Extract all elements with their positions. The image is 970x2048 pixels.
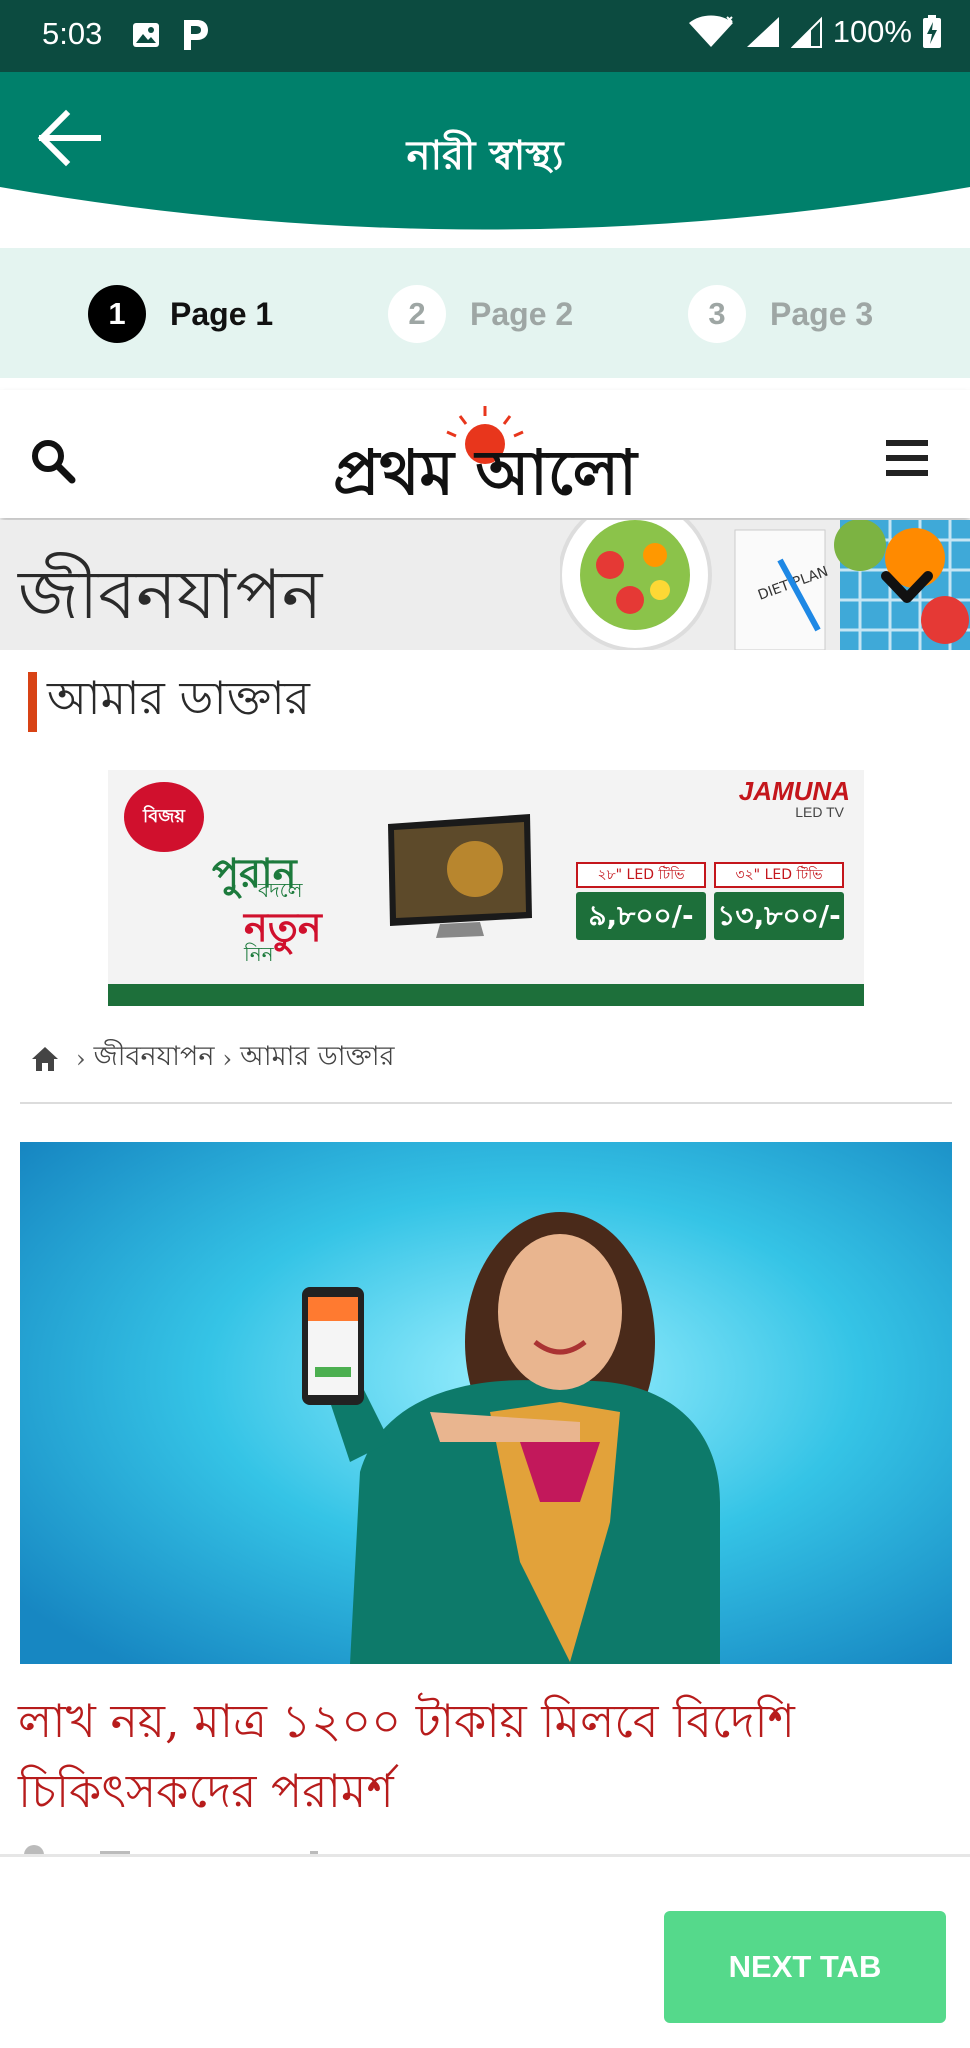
- article-headline[interactable]: লাখ নয়, মাত্র ১২০০ টাকায় মিলবে বিদেশি …: [18, 1686, 938, 1826]
- step-page-1[interactable]: 1 Page 1: [88, 285, 273, 343]
- battery-percent: 100%: [832, 14, 912, 49]
- ad-offer: ২৮" LED টিভি ৯,৮০০/-: [576, 862, 706, 946]
- breadcrumb: › জীবনযাপন › আমার ডাক্তার: [30, 1036, 394, 1081]
- ad-offer-label: ২৮" LED টিভি: [576, 862, 706, 888]
- ad-offer-price: ১৩,৮০০/-: [714, 892, 844, 940]
- signal-icon: [746, 17, 779, 47]
- breadcrumb-item[interactable]: আমার ডাক্তার: [240, 1036, 394, 1081]
- ad-brand: JAMUNA: [738, 776, 850, 806]
- ad-brand-sub: LED TV: [795, 804, 844, 820]
- step-number: 1: [88, 285, 146, 343]
- app-bar: নারী স্বাস্থ্য: [0, 72, 970, 248]
- site-logo[interactable]: প্রথম আলো: [290, 398, 680, 514]
- svg-text:প্রথম আলো: প্রথম আলো: [333, 436, 639, 509]
- advertisement-banner[interactable]: বিজয় JAMUNA LED TV পুরান বদলে নতুন নিন …: [108, 770, 864, 1006]
- divider: [20, 1102, 952, 1104]
- subsection-heading: আমার ডাক্তার: [28, 671, 310, 732]
- ad-offer-price: ৯,৮০০/-: [576, 892, 706, 940]
- step-page-3[interactable]: 3 Page 3: [688, 285, 873, 343]
- article-image[interactable]: [20, 1142, 952, 1664]
- status-right: 100%: [687, 14, 942, 50]
- wifi-icon: [688, 15, 733, 47]
- signal-icon-2: [790, 16, 822, 48]
- breadcrumb-separator: ›: [222, 1044, 233, 1073]
- ad-stripe: [108, 984, 864, 1006]
- image-icon: [133, 23, 159, 47]
- chevron-down-icon[interactable]: [880, 568, 934, 608]
- breadcrumb-separator: ›: [76, 1044, 86, 1073]
- ad-text: নিন: [244, 942, 274, 966]
- breadcrumb-item[interactable]: জীবনযাপন: [94, 1036, 215, 1081]
- ad-offer: ৩২" LED টিভি ১৩,৮০০/-: [714, 862, 844, 946]
- next-tab-button[interactable]: NEXT TAB: [664, 1911, 946, 2023]
- page-stepper: 1 Page 1 2 Page 2 3 Page 3: [0, 248, 970, 378]
- ad-badge: বিজয়: [124, 782, 204, 852]
- subsection-title: আমার ডাক্তার: [47, 671, 310, 725]
- step-label: Page 1: [170, 295, 274, 332]
- search-icon[interactable]: [28, 436, 76, 484]
- step-page-2[interactable]: 2 Page 2: [388, 285, 573, 343]
- byline-peek: [20, 1840, 420, 1854]
- step-label: Page 2: [470, 295, 574, 332]
- ad-offer-label: ৩২" LED টিভি: [714, 862, 844, 888]
- step-number: 3: [688, 285, 746, 343]
- step-number: 2: [388, 285, 446, 343]
- status-time: 5:03: [42, 16, 103, 51]
- page-title: নারী স্বাস্থ্য: [406, 133, 564, 179]
- tv-image: [388, 814, 532, 938]
- status-bar: 5:03 100%: [0, 0, 970, 72]
- section-banner: জীবনযাপন DIET PLAN: [0, 520, 970, 650]
- hamburger-menu-icon[interactable]: [884, 438, 930, 478]
- section-title: জীবনযাপন: [18, 556, 323, 635]
- battery-charging-icon: [923, 15, 941, 48]
- bottom-bar: NEXT TAB: [0, 1854, 970, 2048]
- parking-icon: [184, 20, 208, 50]
- step-label: Page 3: [770, 295, 874, 332]
- site-header: প্রথম আলো: [0, 390, 970, 518]
- home-icon[interactable]: [30, 1045, 60, 1073]
- subsection-accent-bar: [28, 672, 37, 732]
